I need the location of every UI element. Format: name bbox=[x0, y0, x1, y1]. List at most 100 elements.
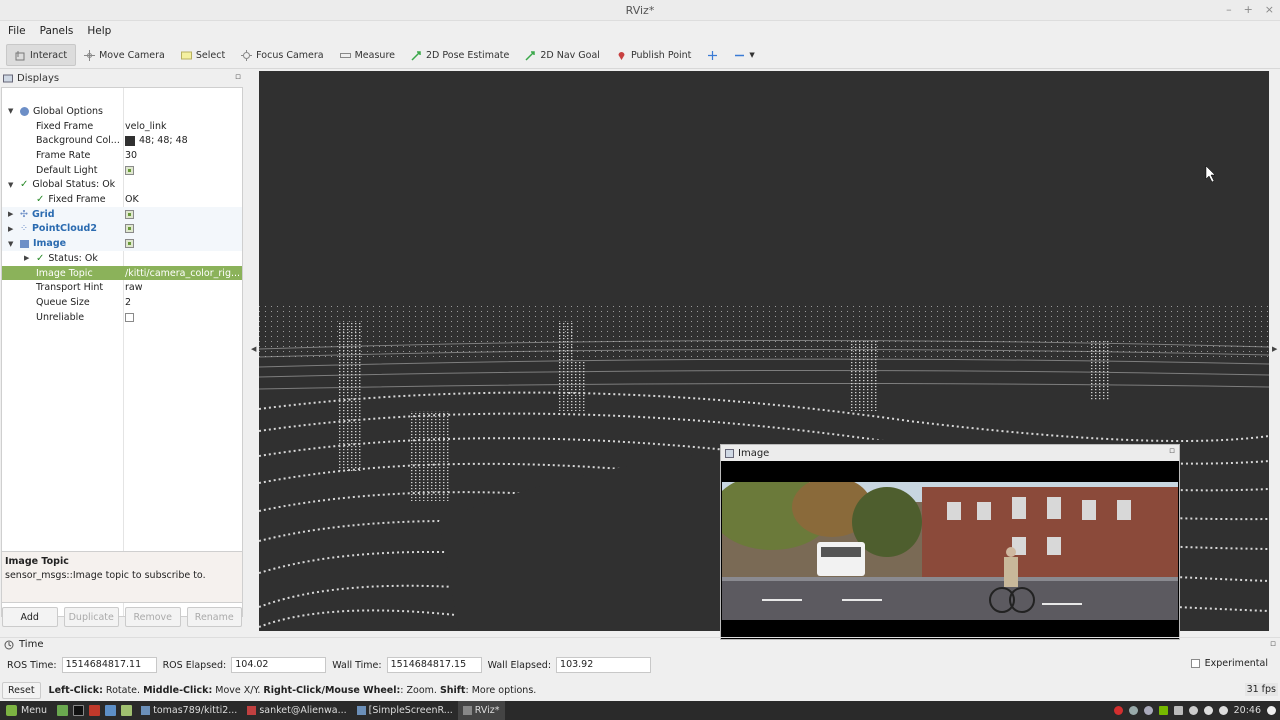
color-swatch[interactable] bbox=[125, 135, 135, 146]
right-collapse-arrow-icon[interactable]: ▶ bbox=[1272, 345, 1277, 353]
tree-row-global-status[interactable]: ▼ ✓ Global Status: Ok bbox=[2, 178, 242, 193]
image-enabled-checkbox[interactable] bbox=[125, 239, 134, 249]
tree-row-grid[interactable]: ▶ ✣ Grid bbox=[2, 206, 242, 222]
clock[interactable]: 20:46 bbox=[1234, 705, 1261, 716]
clipboard-icon[interactable] bbox=[1173, 706, 1183, 715]
tool-select-label: Select bbox=[195, 49, 226, 61]
interact-icon bbox=[15, 50, 25, 60]
collapse-arrow-icon[interactable]: ▶ bbox=[8, 210, 16, 218]
minimize-icon[interactable]: – bbox=[1226, 3, 1232, 16]
unreliable-checkbox[interactable] bbox=[125, 312, 134, 322]
pose-arrow-icon bbox=[411, 50, 421, 61]
displays-icon bbox=[3, 74, 13, 82]
tool-add-crosshair[interactable] bbox=[699, 44, 726, 66]
nav-goal-arrow-icon bbox=[525, 50, 536, 61]
tool-2d-nav-goal-label: 2D Nav Goal bbox=[540, 49, 600, 61]
tool-move-camera[interactable]: Move Camera bbox=[76, 44, 173, 66]
measure-icon bbox=[339, 52, 351, 58]
expand-arrow-icon[interactable]: ▼ bbox=[8, 240, 16, 248]
tree-row-fixed-frame[interactable]: Fixed Frame velo_link bbox=[2, 119, 242, 134]
tool-measure[interactable]: Measure bbox=[332, 44, 403, 66]
panel-close-icon[interactable]: ▫ bbox=[235, 72, 241, 82]
tree-row-image-topic[interactable]: Image Topic /kitti/camera_color_rig... bbox=[2, 265, 242, 281]
experimental-checkbox[interactable] bbox=[1190, 659, 1200, 668]
menu-help[interactable]: Help bbox=[87, 25, 111, 37]
collapse-arrow-icon[interactable]: ▶ bbox=[8, 225, 16, 233]
task-rviz[interactable]: RViz* bbox=[457, 701, 505, 720]
image-window[interactable]: Image ▫ bbox=[720, 444, 1180, 640]
tree-row-queue-size[interactable]: Queue Size 2 bbox=[2, 295, 242, 310]
tool-measure-label: Measure bbox=[354, 49, 395, 61]
browser-icon[interactable] bbox=[105, 705, 117, 716]
mint-logo-icon bbox=[6, 705, 17, 716]
rename-button[interactable]: Rename bbox=[186, 607, 242, 627]
pointcloud2-enabled-checkbox[interactable] bbox=[125, 224, 134, 234]
default-light-checkbox[interactable] bbox=[125, 165, 134, 175]
fps-counter: 31 fps bbox=[1244, 683, 1278, 696]
terminal-icon[interactable] bbox=[73, 705, 85, 716]
nvidia-icon[interactable] bbox=[1158, 706, 1168, 715]
displays-tree[interactable]: ▼ Global Options Fixed Frame velo_link Ba… bbox=[1, 87, 243, 617]
image-window-title: Image bbox=[738, 447, 770, 459]
ros-time-field[interactable]: 1514684817.11 bbox=[61, 657, 157, 673]
wall-elapsed-field[interactable]: 103.92 bbox=[556, 657, 652, 673]
maximize-icon[interactable]: + bbox=[1244, 3, 1253, 16]
crosshair-plus-icon bbox=[708, 50, 718, 60]
tree-row-unreliable[interactable]: Unreliable bbox=[2, 310, 242, 325]
tree-row-transport-hint[interactable]: Transport Hint raw bbox=[2, 280, 242, 295]
wifi-icon[interactable] bbox=[1203, 706, 1213, 715]
task-terminal[interactable]: sanket@Alienwa... bbox=[242, 701, 351, 720]
tool-2d-pose-estimate[interactable]: 2D Pose Estimate bbox=[403, 44, 517, 66]
tree-row-global-options[interactable]: ▼ Global Options bbox=[2, 104, 242, 119]
grid-enabled-checkbox[interactable] bbox=[125, 209, 134, 219]
check-icon: ✓ bbox=[36, 194, 45, 206]
show-desktop-icon[interactable] bbox=[57, 705, 69, 716]
tool-interact[interactable]: Interact bbox=[6, 44, 77, 66]
tool-focus-camera-label: Focus Camera bbox=[256, 49, 324, 61]
ros-elapsed-field[interactable]: 104.02 bbox=[231, 657, 327, 673]
wall-time-field[interactable]: 1514684817.15 bbox=[386, 657, 482, 673]
duplicate-button[interactable]: Duplicate bbox=[63, 607, 119, 627]
power-icon[interactable] bbox=[1267, 706, 1276, 715]
tree-row-image[interactable]: ▼ Image bbox=[2, 236, 242, 251]
tool-2d-nav-goal[interactable]: 2D Nav Goal bbox=[517, 44, 608, 66]
expand-arrow-icon[interactable]: ▼ bbox=[8, 107, 16, 115]
shield-icon[interactable] bbox=[1128, 706, 1138, 715]
add-button[interactable]: Add bbox=[2, 607, 58, 627]
tree-row-background-color[interactable]: Background Col... 48; 48; 48 bbox=[2, 133, 242, 148]
files-icon[interactable] bbox=[121, 705, 133, 716]
start-menu-button[interactable]: Menu bbox=[0, 705, 53, 716]
task-kitti[interactable]: tomas789/kitti2... bbox=[136, 701, 242, 720]
tree-row-frame-rate[interactable]: Frame Rate 30 bbox=[2, 148, 242, 163]
record-icon[interactable] bbox=[1113, 706, 1123, 715]
volume-icon[interactable] bbox=[1218, 706, 1228, 715]
tree-row-default-light[interactable]: Default Light bbox=[2, 163, 242, 178]
task-screenrecorder[interactable]: [SimpleScreenR... bbox=[352, 701, 458, 720]
collapse-arrow-icon[interactable]: ▶ bbox=[24, 254, 32, 262]
image-window-titlebar[interactable]: Image ▫ bbox=[721, 445, 1179, 461]
network-icon[interactable] bbox=[1188, 706, 1198, 715]
tool-select[interactable]: Select bbox=[173, 44, 233, 66]
tool-focus-camera[interactable]: Focus Camera bbox=[233, 44, 331, 66]
bluetooth-icon[interactable] bbox=[1143, 706, 1153, 715]
menu-panels[interactable]: Panels bbox=[40, 25, 74, 37]
check-icon: ✓ bbox=[20, 179, 29, 191]
wall-time-label: Wall Time: bbox=[332, 659, 382, 671]
check-icon: ✓ bbox=[36, 252, 45, 264]
expand-arrow-icon[interactable]: ▼ bbox=[8, 181, 16, 189]
tree-row-pointcloud2[interactable]: ▶ ⁘ PointCloud2 bbox=[2, 221, 242, 237]
menu-file[interactable]: File bbox=[8, 25, 26, 37]
tool-remove-dropdown[interactable]: ▼ bbox=[726, 44, 762, 66]
tool-publish-point[interactable]: Publish Point bbox=[608, 44, 699, 66]
app-red-icon[interactable] bbox=[89, 705, 101, 716]
time-panel-close-icon[interactable]: ▫ bbox=[1270, 639, 1276, 649]
remove-button[interactable]: Remove bbox=[125, 607, 181, 627]
tree-row-image-status[interactable]: ▶ ✓ Status: Ok bbox=[2, 251, 242, 266]
tree-row-fixed-frame-status[interactable]: ✓ Fixed Frame OK bbox=[2, 192, 242, 207]
left-collapse-arrow-icon[interactable]: ◀ bbox=[251, 345, 256, 353]
image-window-close-icon[interactable]: ▫ bbox=[1169, 446, 1175, 456]
close-icon[interactable]: × bbox=[1265, 3, 1274, 16]
window-icon bbox=[141, 706, 151, 715]
tool-interact-label: Interact bbox=[30, 49, 68, 61]
reset-button[interactable]: Reset bbox=[2, 681, 41, 699]
